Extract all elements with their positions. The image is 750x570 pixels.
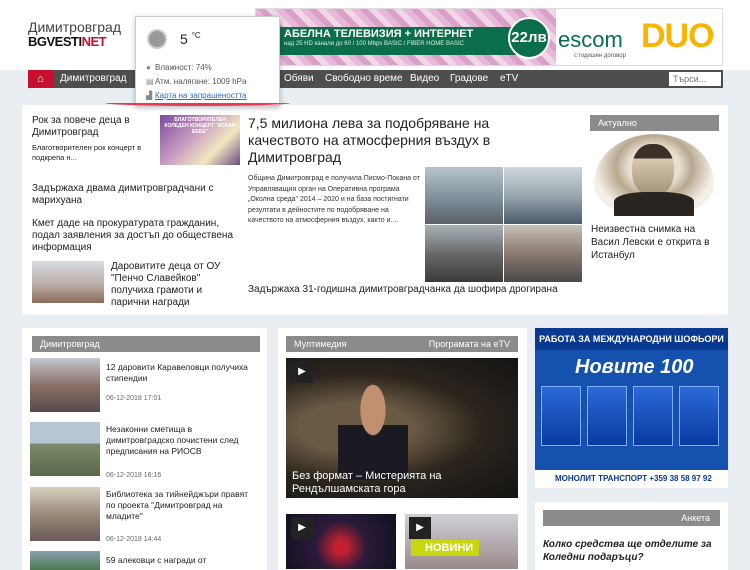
top-header: Димитровград BGVESTINET АБЕЛНА ТЕЛЕВИЗИЯ… xyxy=(0,0,750,70)
play-icon[interactable]: ▶ xyxy=(291,361,313,383)
dimitrovgrad-heading: Димитровград xyxy=(32,336,260,352)
weather-pressure: ▤Атм. налягане: 1009 hPa xyxy=(146,77,246,86)
video-title[interactable]: Без формат – Мистерията на Рендълшамскат… xyxy=(292,470,492,496)
nav-item-video[interactable]: Видео xyxy=(410,70,439,88)
featured-image-q1 xyxy=(425,167,503,224)
weather-popup: 5 °C ● Влажност: 74% ▤Атм. налягане: 1009… xyxy=(135,16,280,106)
nav-item-etv[interactable]: eTV xyxy=(500,70,518,88)
news-title[interactable]: Незаконни сметища в димитровградско почи… xyxy=(106,424,256,457)
etv-program-link[interactable]: Програмата на eTV xyxy=(429,336,510,352)
multimedia-video[interactable]: Без формат – Мистерията на Рендълшамскат… xyxy=(286,358,518,498)
news-title[interactable]: Библиотека за тийнейджъри правят по прое… xyxy=(106,489,256,522)
news-date: 06-12-2018 14:44 xyxy=(106,536,162,543)
news-title[interactable]: Кмет даде на прокуратурата гражданин, по… xyxy=(32,218,242,254)
weather-temp: 5 °C xyxy=(180,31,201,47)
banner-sub: с годишен договор xyxy=(574,53,626,59)
poll-heading: Анкета xyxy=(543,510,720,526)
featured-image-q3 xyxy=(425,225,503,282)
poll-question[interactable]: Колко средства ще отделите за Коледни по… xyxy=(543,538,720,564)
featured-image-q2 xyxy=(504,167,582,224)
play-icon[interactable]: ▶ xyxy=(291,517,313,539)
truck-icon xyxy=(541,386,581,446)
news-date: 06-12-2018 16:16 xyxy=(106,472,162,479)
drivers-job-ad[interactable]: РАБОТА ЗА МЕЖДУНАРОДНИ ШОФЬОРИ Новите 10… xyxy=(535,328,728,488)
pollution-map-link[interactable]: Карта на запрашеността xyxy=(155,91,247,100)
nav-item-svobodno-vreme[interactable]: Свободно време xyxy=(325,70,403,88)
news-title[interactable]: Рок за повече деца в Димитровград xyxy=(32,115,157,139)
logo-city: Димитровград xyxy=(28,19,122,35)
banner-strip-sub: над 25 HD канали до 60 / 100 Mbps BASIC … xyxy=(284,41,464,47)
ad-new100: Новите 100 xyxy=(575,356,694,378)
portrait-face xyxy=(632,144,674,196)
top-banner-ad[interactable]: АБЕЛНА ТЕЛЕВИЗИЯ + ИНТЕРНЕТ над 25 HD ка… xyxy=(255,8,723,66)
news-thumbnail[interactable] xyxy=(30,422,100,476)
logo-net: NET xyxy=(81,34,107,49)
weather-pressure-text: Атм. налягане: 1009 hPa xyxy=(155,77,247,86)
actual-heading: Актуално xyxy=(590,115,719,131)
home-icon[interactable]: ⌂ xyxy=(28,70,53,88)
news-excerpt: Благотворителен рок концерт в подкрепа н… xyxy=(32,143,142,162)
poll-section: Анкета Колко средства ще отделите за Кол… xyxy=(535,502,728,570)
concert-thumbnail[interactable]: БЛАГОТВОРИТЕЛЕН КОЛЕДЕН КОНЦЕРТ "ИСКАМ Б… xyxy=(160,115,240,165)
news-thumbnail[interactable] xyxy=(30,551,100,570)
ad-footer: МОНОЛИТ ТРАНСПОРТ +359 38 58 97 92 xyxy=(535,470,728,488)
weather-map: ▟ Карта на запрашеността xyxy=(146,91,247,100)
news-title[interactable]: Задържаха двама димитровградчани с марих… xyxy=(32,183,232,207)
logo-vesti: VESTI xyxy=(46,34,83,49)
banner-duo: DUO xyxy=(641,17,715,55)
weather-cloud-icon xyxy=(147,29,167,49)
featured-lead: Община Димитровград е получила Писмо-Пок… xyxy=(248,175,420,224)
chart-icon: ▟ xyxy=(146,91,153,100)
featured-image[interactable] xyxy=(425,167,582,282)
novini-badge: НОВИНИ xyxy=(411,540,480,556)
multimedia-heading: Мултимедия Програмата на eTV xyxy=(286,336,518,352)
weather-unit: °C xyxy=(191,31,201,40)
banner-escom: escom xyxy=(558,27,623,52)
video-person xyxy=(338,380,408,480)
portrait-body xyxy=(614,192,694,216)
weather-humidity: ● Влажност: 74% xyxy=(146,63,212,72)
truck-icon xyxy=(679,386,719,446)
ad-heading: РАБОТА ЗА МЕЖДУНАРОДНИ ШОФЬОРИ xyxy=(535,328,728,350)
droplet-icon: ● xyxy=(146,63,151,72)
nav-item-dimitrovgrad[interactable]: Димитровград xyxy=(60,70,126,88)
nav-item-obyavi[interactable]: Обяви xyxy=(284,70,314,88)
main-nav: ⌂ Димитровград Обяви Свободно време Виде… xyxy=(28,70,723,88)
multimedia-title: Мултимедия xyxy=(294,339,347,349)
weather-temp-value: 5 xyxy=(180,31,188,47)
truck-icon xyxy=(587,386,627,446)
news-thumbnail[interactable] xyxy=(30,358,100,412)
news-title[interactable]: 12 даровити Каравеловци получиха стипенд… xyxy=(106,362,256,384)
banner-strip: АБЕЛНА ТЕЛЕВИЗИЯ + ИНТЕРНЕТ над 25 HD ка… xyxy=(278,27,528,55)
featured-sub-link[interactable]: Задържаха 31-годишна димитровградчанка д… xyxy=(248,284,558,295)
truck-icon xyxy=(633,386,673,446)
site-logo[interactable]: Димитровград BGVESTINET xyxy=(28,20,138,50)
kids-awards-thumbnail[interactable] xyxy=(32,261,104,303)
concert-thumb-text: БЛАГОТВОРИТЕЛЕН КОЛЕДЕН КОНЦЕРТ "ИСКАМ Б… xyxy=(164,117,236,135)
news-title[interactable]: Даровитите деца от ОУ "Пенчо Славейков" … xyxy=(111,261,241,309)
featured-image-q4 xyxy=(504,225,582,282)
nav-item-gradove[interactable]: Градове xyxy=(450,70,488,88)
banner-strip-title: АБЕЛНА ТЕЛЕВИЗИЯ + ИНТЕРНЕТ xyxy=(284,28,474,40)
play-icon[interactable]: ▶ xyxy=(409,517,431,539)
search-input[interactable] xyxy=(669,72,721,86)
news-title[interactable]: 59 алековци с награди от xyxy=(106,555,256,566)
weather-humidity-text: Влажност: 74% xyxy=(155,63,212,72)
actual-title[interactable]: Неизвестна снимка на Васил Левски е откр… xyxy=(591,223,721,262)
featured-headline[interactable]: 7,5 милиона лева за подобряване на качес… xyxy=(248,115,518,166)
logo-wordmark: BGVESTINET xyxy=(28,34,138,50)
logo-bg: BG xyxy=(28,34,47,49)
news-thumbnail[interactable] xyxy=(30,487,100,541)
news-date: 06-12-2018 17:01 xyxy=(106,395,162,402)
gauge-icon: ▤ xyxy=(146,77,154,86)
red-annotation-underline xyxy=(105,100,290,106)
banner-price: 22лв xyxy=(508,17,550,59)
